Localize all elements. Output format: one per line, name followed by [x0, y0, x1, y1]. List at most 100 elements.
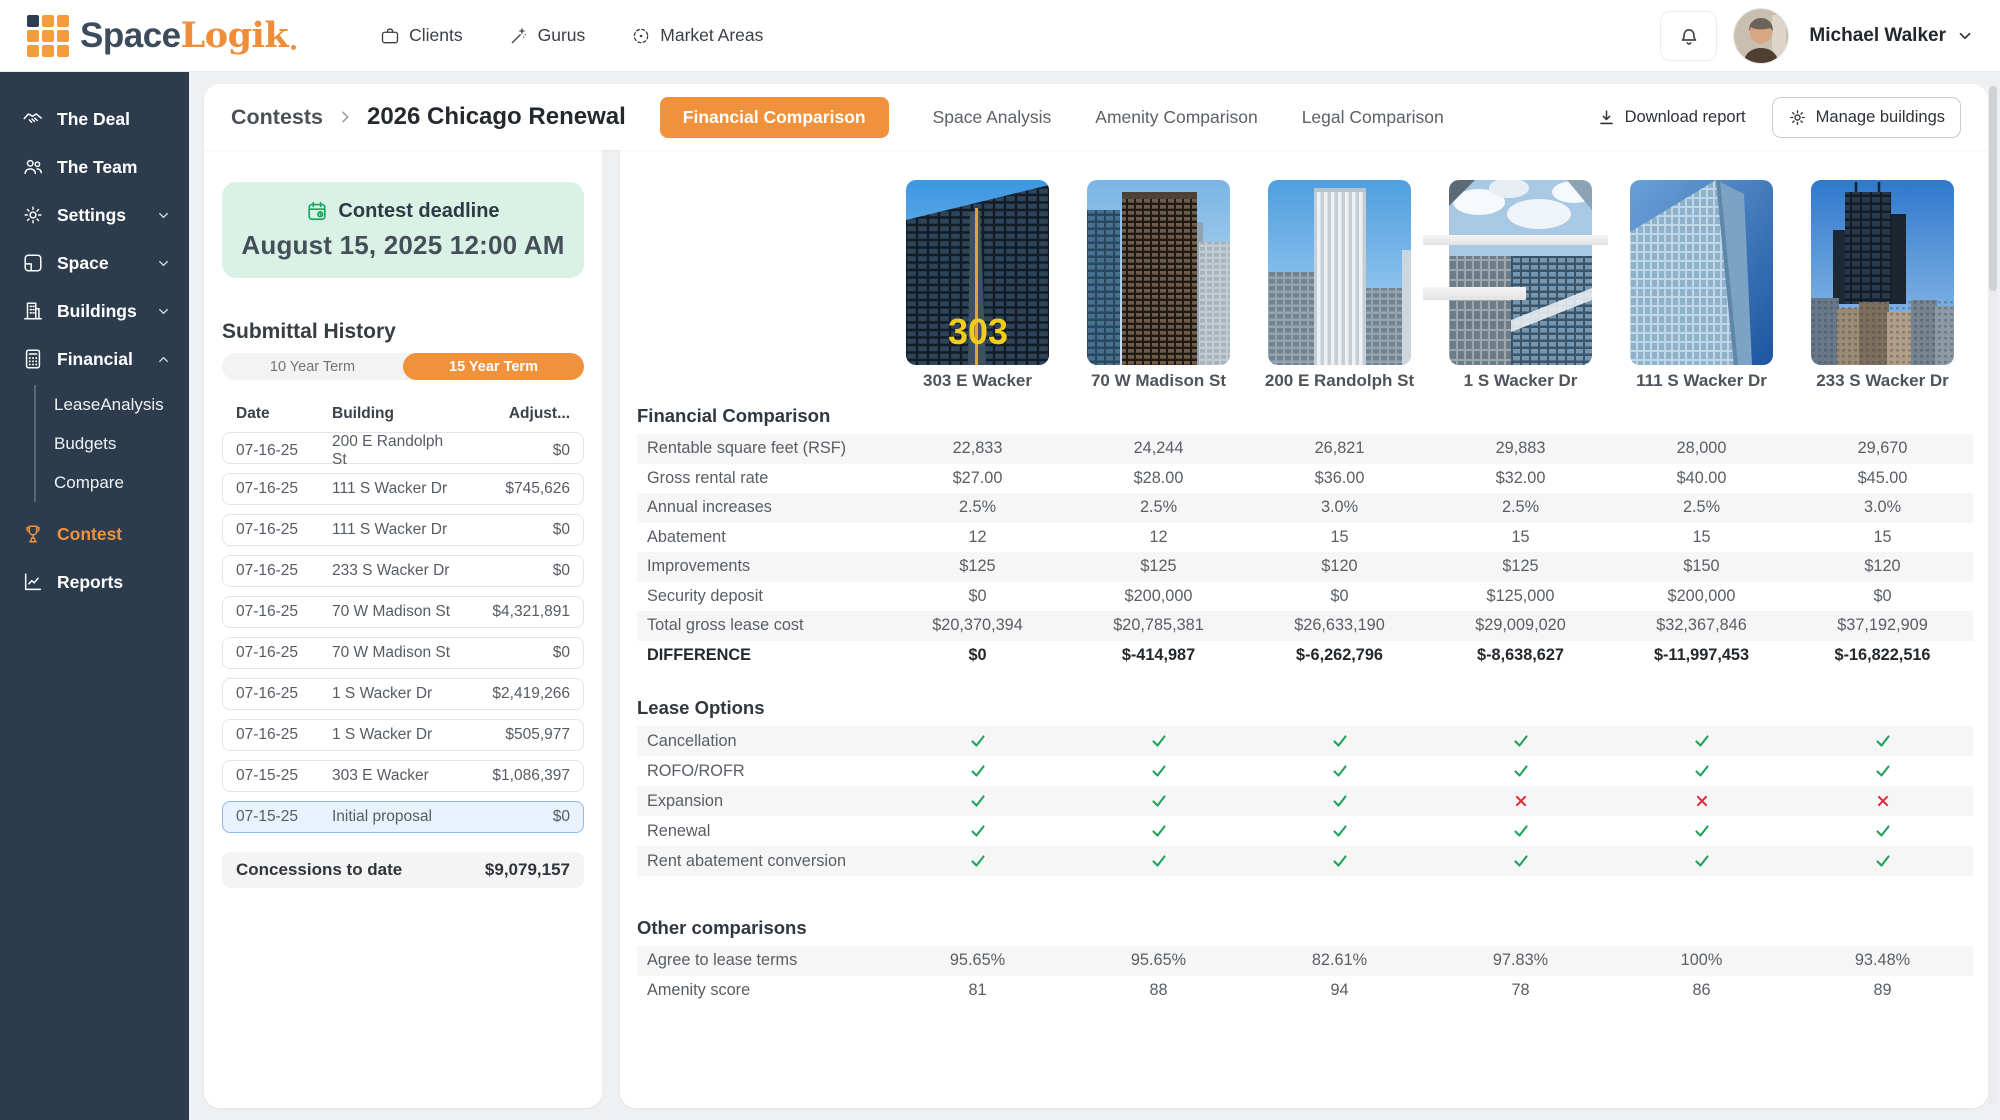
content-header: Contests 2026 Chicago Renewal Financial …	[204, 84, 1988, 150]
sidebar-item-space[interactable]: Space	[0, 239, 189, 287]
submittal-building: 111 S Wacker Dr	[332, 521, 460, 539]
comparison-row-abatement: Abatement121215151515	[637, 523, 1973, 553]
building-name-1-s-wacker-dr: 1 S Wacker Dr	[1430, 371, 1611, 391]
row-value: $20,370,394	[887, 616, 1068, 635]
nav-item-clients[interactable]: Clients	[380, 25, 463, 46]
submittal-row[interactable]: 07-16-25111 S Wacker Dr$745,626	[222, 473, 584, 505]
submittal-building: 303 E Wacker	[332, 767, 460, 785]
page-title: 2026 Chicago Renewal	[367, 103, 626, 131]
image-loading-artifact	[1423, 235, 1608, 245]
row-value: $37,192,909	[1792, 616, 1973, 635]
user-menu[interactable]: Michael Walker	[1809, 25, 1974, 47]
submittal-row[interactable]: 07-16-25200 E Randolph St$0	[222, 432, 584, 464]
submittal-row[interactable]: 07-16-25111 S Wacker Dr$0	[222, 514, 584, 546]
submittal-row[interactable]: 07-16-2570 W Madison St$4,321,891	[222, 596, 584, 628]
sidebar-item-the-deal[interactable]: The Deal	[0, 95, 189, 143]
check-icon	[1249, 851, 1430, 871]
concessions-summary: Concessions to date $9,079,157	[222, 852, 584, 888]
sidebar-item-buildings[interactable]: Buildings	[0, 287, 189, 335]
building-name-233-s-wacker-dr: 233 S Wacker Dr	[1792, 371, 1973, 391]
row-value: 22,833	[887, 439, 1068, 458]
submittal-adjustment: $505,977	[460, 726, 570, 744]
brand-name: SpaceLogik	[80, 15, 296, 56]
row-value: $27.00	[887, 469, 1068, 488]
sidebar-item-settings[interactable]: Settings	[0, 191, 189, 239]
tab-legal-comparison[interactable]: Legal Comparison	[1302, 107, 1444, 128]
nav-item-gurus[interactable]: Gurus	[509, 25, 586, 46]
row-value: 78	[1430, 981, 1611, 1000]
row-value: $28.00	[1068, 469, 1249, 488]
submittal-adjustment: $0	[460, 808, 570, 826]
submittal-row[interactable]: 07-16-25233 S Wacker Dr$0	[222, 555, 584, 587]
sidebar-item-contest[interactable]: Contest	[0, 510, 189, 558]
submittal-adjustment: $4,321,891	[460, 603, 570, 621]
submittal-row[interactable]: 07-15-25303 E Wacker$1,086,397	[222, 760, 584, 792]
tab-financial-comparison[interactable]: Financial Comparison	[660, 97, 889, 138]
breadcrumb-contests[interactable]: Contests	[231, 105, 323, 130]
row-value: $36.00	[1249, 469, 1430, 488]
notifications-button[interactable]	[1660, 11, 1717, 61]
tab-space-analysis[interactable]: Space Analysis	[933, 107, 1052, 128]
manage-buildings-button[interactable]: Manage buildings	[1772, 97, 1961, 138]
briefcase-icon	[380, 26, 400, 46]
gear-icon	[1788, 108, 1807, 127]
row-value: 12	[1068, 528, 1249, 547]
building-names-row: 303 E Wacker70 W Madison St200 E Randolp…	[637, 371, 1988, 391]
building-photo-111-s-wacker	[1630, 180, 1773, 365]
submittal-building: 111 S Wacker Dr	[332, 480, 460, 498]
download-report-button[interactable]: Download report	[1597, 108, 1746, 127]
deadline-value: August 15, 2025 12:00 AM	[241, 230, 564, 261]
user-avatar[interactable]	[1733, 8, 1789, 64]
comparison-row-difference: DIFFERENCE$0$-414,987$-6,262,796$-8,638,…	[637, 641, 1973, 671]
row-value: $32,367,846	[1611, 616, 1792, 635]
check-icon	[1792, 821, 1973, 841]
nav-item-label: Market Areas	[660, 25, 763, 46]
sidebar-item-leaseanalysis[interactable]: LeaseAnalysis	[54, 385, 189, 424]
row-value: 2.5%	[1068, 498, 1249, 517]
submittal-row[interactable]: 07-16-2570 W Madison St$0	[222, 637, 584, 669]
row-label: Security deposit	[637, 587, 887, 606]
sidebar-item-compare[interactable]: Compare	[54, 463, 189, 502]
brand-logo[interactable]: SpaceLogik	[26, 14, 296, 58]
building-photo-70-w-madison	[1087, 180, 1230, 365]
sidebar-item-the-team[interactable]: The Team	[0, 143, 189, 191]
column-header-building: Building	[332, 405, 460, 423]
row-value: 3.0%	[1792, 498, 1973, 517]
check-icon	[1611, 851, 1792, 871]
sidebar-item-label: Contest	[57, 524, 122, 545]
row-value: 82.61%	[1249, 951, 1430, 970]
check-icon	[1068, 791, 1249, 811]
sidebar-item-reports[interactable]: Reports	[0, 558, 189, 606]
term-option-15-year-term[interactable]: 15 Year Term	[403, 353, 584, 380]
brand-dot	[291, 45, 296, 50]
row-label: Agree to lease terms	[637, 951, 887, 970]
building-photo-1-s-wacker	[1449, 180, 1592, 365]
scrollbar-thumb[interactable]	[1989, 86, 1997, 291]
sidebar-item-financial[interactable]: Financial	[0, 335, 189, 383]
trophy-icon	[22, 523, 44, 545]
sidebar-nav: The DealThe TeamSettings Space Buildings Fi…	[0, 95, 189, 606]
chevron-up-icon	[156, 352, 171, 367]
row-value: 2.5%	[887, 498, 1068, 517]
term-option-10-year-term[interactable]: 10 Year Term	[222, 353, 403, 380]
submittal-row[interactable]: 07-16-251 S Wacker Dr$505,977	[222, 719, 584, 751]
user-name: Michael Walker	[1809, 25, 1946, 47]
comparison-panel: 303	[620, 150, 1988, 1108]
chevron-down-icon	[1956, 27, 1974, 45]
check-icon	[1249, 761, 1430, 781]
comparison-row-cancellation: Cancellation	[637, 726, 1973, 756]
sidebar-item-budgets[interactable]: Budgets	[54, 424, 189, 463]
sidebar: The DealThe TeamSettings Space Buildings Fi…	[0, 72, 189, 1120]
check-icon	[1068, 821, 1249, 841]
submittal-row[interactable]: 07-16-251 S Wacker Dr$2,419,266	[222, 678, 584, 710]
sidebar-item-label: Buildings	[57, 301, 137, 322]
nav-item-market-areas[interactable]: Market Areas	[631, 25, 763, 46]
chevron-right-icon	[337, 109, 353, 125]
submittal-row[interactable]: 07-15-25Initial proposal$0	[222, 801, 584, 833]
row-label: Gross rental rate	[637, 469, 887, 488]
tab-amenity-comparison[interactable]: Amenity Comparison	[1095, 107, 1257, 128]
submittal-adjustment: $0	[460, 644, 570, 662]
row-value: 88	[1068, 981, 1249, 1000]
sidebar-item-label: Space	[57, 253, 109, 274]
chevron-down-icon	[156, 304, 171, 319]
